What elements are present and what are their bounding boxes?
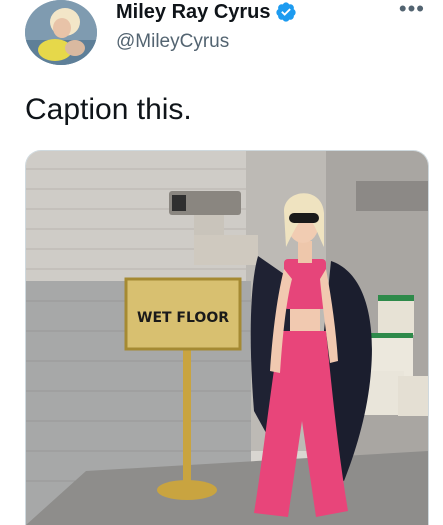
author-name[interactable]: Miley Ray Cyrus	[116, 0, 271, 24]
tweet-photo[interactable]: WET FLOOR	[25, 150, 429, 525]
author-handle[interactable]: @MileyCyrus	[116, 31, 297, 53]
tweet-text: Caption this.	[25, 93, 192, 126]
wet-floor-sign-text: WET FLOOR	[137, 310, 229, 326]
avatar[interactable]	[25, 0, 97, 65]
tweet: Miley Ray Cyrus @MileyCyrus ••• Caption …	[0, 0, 443, 525]
photo-illustration: WET FLOOR	[26, 151, 428, 525]
author-block: Miley Ray Cyrus @MileyCyrus	[116, 0, 297, 53]
verified-badge-icon	[275, 1, 297, 23]
more-options-icon[interactable]: •••	[399, 0, 425, 20]
